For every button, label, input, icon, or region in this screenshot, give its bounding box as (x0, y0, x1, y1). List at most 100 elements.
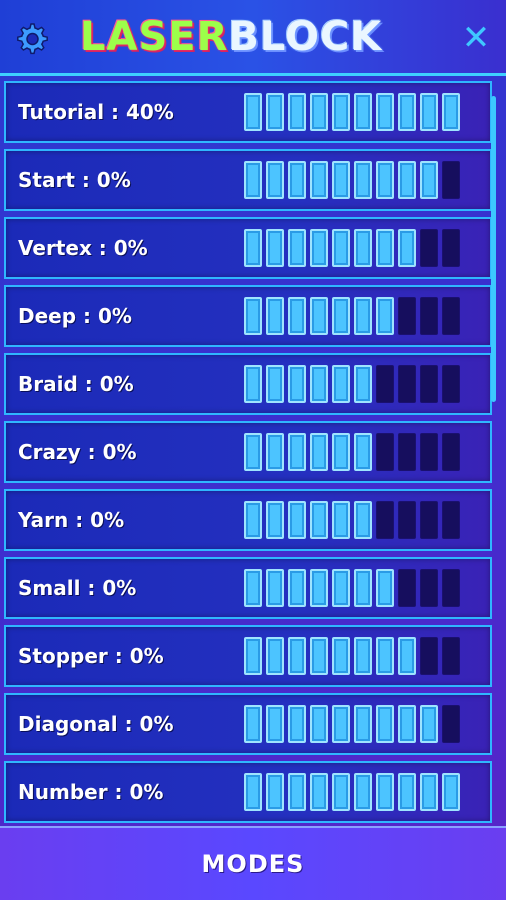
progress-segment (244, 365, 262, 403)
progress-segment (266, 501, 284, 539)
progress-segment (398, 569, 416, 607)
progress-bar (244, 93, 466, 133)
level-row[interactable]: Number : 0% (4, 761, 492, 823)
progress-segment (376, 569, 394, 607)
progress-segment (310, 93, 328, 131)
progress-segment (332, 773, 350, 811)
progress-segment (288, 637, 306, 675)
progress-bar (244, 705, 466, 745)
game-title: LASERBLOCK (80, 12, 430, 62)
progress-segment (442, 637, 460, 675)
progress-segment (310, 433, 328, 471)
progress-segment (310, 161, 328, 199)
progress-segment (420, 297, 438, 335)
progress-segment (332, 365, 350, 403)
progress-segment (354, 229, 372, 267)
progress-segment (354, 93, 372, 131)
progress-segment (442, 297, 460, 335)
gear-icon[interactable] (12, 20, 50, 58)
progress-segment (266, 229, 284, 267)
level-row[interactable]: Deep : 0% (4, 285, 492, 347)
level-row[interactable]: Start : 0% (4, 149, 492, 211)
progress-segment (376, 705, 394, 743)
progress-segment (398, 637, 416, 675)
progress-segment (266, 93, 284, 131)
progress-segment (288, 501, 306, 539)
progress-segment (354, 365, 372, 403)
progress-segment (442, 93, 460, 131)
progress-segment (442, 569, 460, 607)
progress-segment (266, 569, 284, 607)
progress-segment (354, 773, 372, 811)
level-row[interactable]: Crazy : 0% (4, 421, 492, 483)
close-icon[interactable]: ✕ (460, 20, 492, 56)
modes-button[interactable]: MODES (0, 828, 506, 900)
progress-segment (376, 365, 394, 403)
progress-segment (332, 569, 350, 607)
progress-segment (398, 365, 416, 403)
title-laser: LASER (80, 14, 229, 60)
progress-segment (288, 705, 306, 743)
progress-bar (244, 433, 466, 473)
progress-segment (266, 297, 284, 335)
progress-segment (398, 501, 416, 539)
progress-bar (244, 501, 466, 541)
progress-segment (420, 569, 438, 607)
level-list: Tutorial : 40% Start : 0% Vertex : 0% Deep … (0, 78, 506, 824)
level-label: Crazy : 0% (18, 440, 137, 464)
progress-segment (244, 93, 262, 131)
progress-segment (442, 501, 460, 539)
progress-segment (310, 569, 328, 607)
level-row[interactable]: Small : 0% (4, 557, 492, 619)
level-row[interactable]: Tutorial : 40% (4, 81, 492, 143)
level-row[interactable]: Yarn : 0% (4, 489, 492, 551)
progress-segment (310, 297, 328, 335)
progress-bar (244, 637, 466, 677)
level-label: Stopper : 0% (18, 644, 164, 668)
progress-segment (398, 433, 416, 471)
progress-segment (420, 773, 438, 811)
progress-segment (266, 705, 284, 743)
progress-bar (244, 773, 466, 813)
progress-segment (398, 229, 416, 267)
progress-bar (244, 229, 466, 269)
progress-segment (376, 297, 394, 335)
level-label: Small : 0% (18, 576, 137, 600)
level-row[interactable]: Diagonal : 0% (4, 693, 492, 755)
progress-segment (266, 433, 284, 471)
progress-segment (244, 569, 262, 607)
progress-segment (332, 705, 350, 743)
progress-segment (244, 229, 262, 267)
progress-segment (244, 501, 262, 539)
progress-segment (288, 229, 306, 267)
progress-segment (376, 501, 394, 539)
level-row[interactable]: Vertex : 0% (4, 217, 492, 279)
progress-segment (420, 161, 438, 199)
progress-segment (376, 773, 394, 811)
progress-segment (266, 637, 284, 675)
progress-segment (376, 637, 394, 675)
progress-segment (398, 705, 416, 743)
progress-segment (420, 501, 438, 539)
progress-segment (266, 161, 284, 199)
level-row[interactable]: Stopper : 0% (4, 625, 492, 687)
bottom-bar: MODES (0, 826, 506, 900)
title-block: BLOCK (228, 14, 383, 60)
progress-segment (442, 161, 460, 199)
level-label: Braid : 0% (18, 372, 134, 396)
progress-segment (332, 433, 350, 471)
progress-segment (266, 773, 284, 811)
progress-segment (244, 705, 262, 743)
progress-segment (398, 161, 416, 199)
progress-segment (266, 365, 284, 403)
progress-segment (310, 365, 328, 403)
scrollbar[interactable] (491, 96, 496, 402)
progress-segment (310, 773, 328, 811)
level-row[interactable]: Braid : 0% (4, 353, 492, 415)
progress-segment (332, 637, 350, 675)
progress-bar (244, 161, 466, 201)
progress-segment (398, 93, 416, 131)
progress-segment (354, 501, 372, 539)
progress-segment (288, 773, 306, 811)
progress-segment (332, 229, 350, 267)
